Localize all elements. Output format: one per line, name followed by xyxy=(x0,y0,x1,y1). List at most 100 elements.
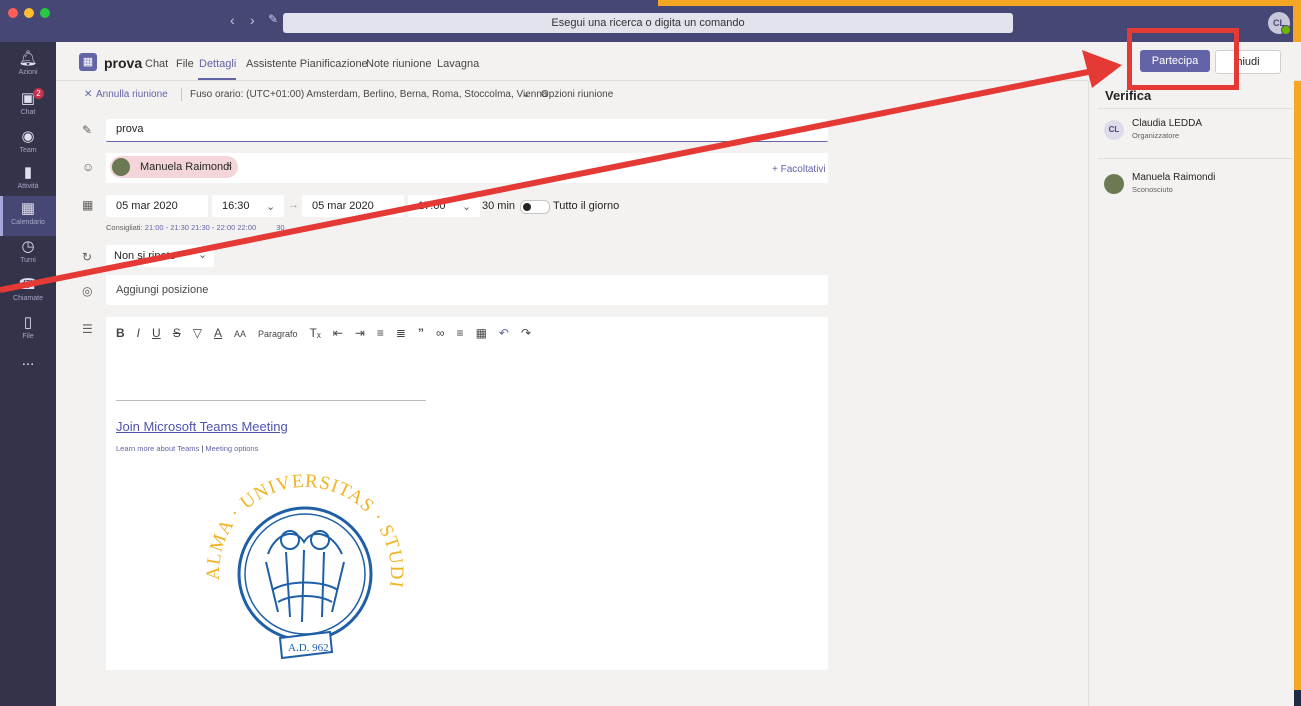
numbered-list-icon[interactable]: ≣ xyxy=(396,326,406,340)
arrow-right-icon: → xyxy=(288,199,299,211)
rail-item-chat[interactable]: ▣ 2 Chat xyxy=(0,86,56,126)
align-icon[interactable]: ≡ xyxy=(457,326,464,340)
outdent-icon[interactable]: ⇤ xyxy=(333,326,343,340)
rail-label: Team xyxy=(19,147,37,154)
timezone-select[interactable]: Fuso orario: (UTC+01:00) Amsterdam, Berl… xyxy=(190,89,547,100)
indent-icon[interactable]: ⇥ xyxy=(355,326,365,340)
person-role: Sconosciuto xyxy=(1132,185,1173,194)
rail-item-calendario[interactable]: ▦ Calendario xyxy=(0,196,56,236)
close-window-button[interactable] xyxy=(8,8,18,18)
attendee-name: Manuela Raimondi xyxy=(140,161,232,173)
link-icon[interactable]: ∞ xyxy=(436,326,445,340)
active-tab-indicator xyxy=(198,78,236,80)
tab-chat[interactable]: Chat xyxy=(145,58,168,70)
all-day-toggle[interactable] xyxy=(520,200,550,214)
minimize-window-button[interactable] xyxy=(24,8,34,18)
meeting-options-link[interactable]: Opzioni riunione xyxy=(541,89,613,100)
clear-format-icon[interactable]: Tₓ xyxy=(310,326,321,340)
person-name: Claudia LEDDA xyxy=(1132,118,1203,129)
meeting-header xyxy=(56,42,1301,81)
quote-icon[interactable]: ” xyxy=(418,326,424,340)
start-time-picker[interactable]: 16:30 ⌄ xyxy=(212,195,284,217)
suggested-slot[interactable]: 21:00 - 21:30 xyxy=(145,223,189,232)
attendee-chip[interactable]: Manuela Raimondi × xyxy=(110,156,238,178)
person-row[interactable]: Manuela Raimondi Sconosciuto xyxy=(1098,170,1293,212)
divider xyxy=(181,88,182,101)
background-window-corner xyxy=(1293,690,1301,706)
chat-badge: 2 xyxy=(33,88,44,99)
optional-attendees-link[interactable]: + Facoltativi xyxy=(772,164,826,175)
font-size-icon[interactable]: AA xyxy=(234,329,246,339)
rail-item-more[interactable]: ... xyxy=(0,348,56,388)
tab-file[interactable]: File xyxy=(176,58,194,70)
title-field[interactable]: prova xyxy=(106,119,828,142)
person-photo xyxy=(1104,174,1124,194)
more-icon: ... xyxy=(21,352,35,369)
cancel-icon[interactable]: ✕ xyxy=(84,89,92,100)
location-input[interactable]: Aggiungi posizione xyxy=(106,275,828,305)
chat-icon: ▣ xyxy=(20,90,36,107)
chevron-down-icon[interactable]: ⌄ xyxy=(522,89,530,100)
chevron-down-icon: ⌄ xyxy=(198,249,208,261)
start-date-picker[interactable]: 05 mar 2020 xyxy=(106,195,208,217)
tab-note-riunione[interactable]: Note riunione xyxy=(366,58,431,70)
tab-dettagli[interactable]: Dettagli xyxy=(199,58,236,70)
rail-item-chiamate[interactable]: ☎ Chiamate xyxy=(0,272,56,312)
tab-lavagna[interactable]: Lavagna xyxy=(437,58,479,70)
chevron-down-icon: ⌄ xyxy=(266,201,276,213)
redo-icon[interactable]: ↷ xyxy=(521,326,531,340)
rail-item-team[interactable]: ◉ Team xyxy=(0,124,56,164)
suggested-slot[interactable]: 30 xyxy=(276,223,284,232)
bullet-list-icon[interactable]: ≡ xyxy=(377,326,384,340)
person-row[interactable]: CL Claudia LEDDA Organizzatore xyxy=(1098,116,1293,158)
compose-icon[interactable]: ✎ xyxy=(268,12,278,26)
end-date: 05 mar 2020 xyxy=(312,200,374,212)
suggested-slot[interactable]: 21:30 - 22:00 xyxy=(191,223,235,232)
suggested-label: Consigliati: xyxy=(106,223,143,232)
maximize-window-button[interactable] xyxy=(40,8,50,18)
background-window-strip xyxy=(658,0,1301,6)
bold-icon[interactable]: B xyxy=(116,326,125,340)
recurrence-select[interactable]: Non si ripete ⌄ xyxy=(106,245,214,267)
presence-available-icon xyxy=(1281,25,1291,35)
user-avatar[interactable]: CL xyxy=(1268,12,1291,35)
divider xyxy=(1098,158,1293,159)
format-toolbar: B I U S ▽ A AA Paragrafo Tₓ ⇤ ⇥ ≡ ≣” ∞ ≡ ▦ ↶ ↷ xyxy=(116,326,543,340)
italic-icon[interactable]: I xyxy=(137,326,140,340)
all-day-label: Tutto il giorno xyxy=(553,200,620,212)
paragraph-select[interactable]: Paragrafo xyxy=(258,329,298,339)
end-time-picker[interactable]: 17:00 ⌄ xyxy=(408,195,480,217)
strikethrough-icon[interactable]: S xyxy=(173,326,181,340)
learn-more-link[interactable]: Learn more about Teams xyxy=(116,444,199,453)
forward-arrow-icon[interactable]: › xyxy=(250,12,255,28)
start-time: 16:30 xyxy=(222,200,250,212)
details-icon: ☰ xyxy=(82,322,93,336)
recurrence-value: Non si ripete xyxy=(114,250,176,262)
person-name: Manuela Raimondi xyxy=(1132,172,1216,183)
rail-item-attivita[interactable]: ▮ Attività xyxy=(0,160,56,200)
remove-icon[interactable]: × xyxy=(226,160,232,172)
back-arrow-icon[interactable]: ‹ xyxy=(230,12,235,28)
join-meeting-link[interactable]: Join Microsoft Teams Meeting xyxy=(116,419,288,434)
rail-item-file[interactable]: ▯ File xyxy=(0,310,56,350)
search-input[interactable]: Esegui una ricerca o digita un comando xyxy=(283,13,1013,33)
highlight-icon[interactable]: ▽ xyxy=(193,326,202,340)
underline-icon[interactable]: U xyxy=(152,326,161,340)
rail-label: Turni xyxy=(20,257,36,264)
suggested-slot[interactable]: 22:00 xyxy=(237,223,256,232)
cancel-meeting-link[interactable]: Annulla riunione xyxy=(96,89,168,100)
end-date-picker[interactable]: 05 mar 2020 xyxy=(302,195,404,217)
calls-icon: ☎ xyxy=(18,276,38,293)
tab-assistente-pianificazione[interactable]: Assistente Pianificazione xyxy=(246,58,368,70)
rail-item-azioni[interactable]: 🔔︎ Azioni xyxy=(0,46,56,86)
background-window-edge xyxy=(1293,0,1301,690)
rail-item-turni[interactable]: ◷ Turni xyxy=(0,234,56,274)
undo-icon[interactable]: ↶ xyxy=(499,326,509,340)
rail-label: Attività xyxy=(17,183,39,190)
font-color-icon[interactable]: A xyxy=(214,326,222,340)
suggested-times: Consigliati: 21:00 - 21:30 21:30 - 22:00… xyxy=(106,223,285,232)
app-rail: 🔔︎ Azioni ▣ 2 Chat ◉ Team ▮ Attività ▦ C… xyxy=(0,42,56,706)
table-icon[interactable]: ▦ xyxy=(476,326,487,340)
shifts-icon: ◷ xyxy=(21,238,35,255)
meeting-options-link[interactable]: Meeting options xyxy=(205,444,258,453)
